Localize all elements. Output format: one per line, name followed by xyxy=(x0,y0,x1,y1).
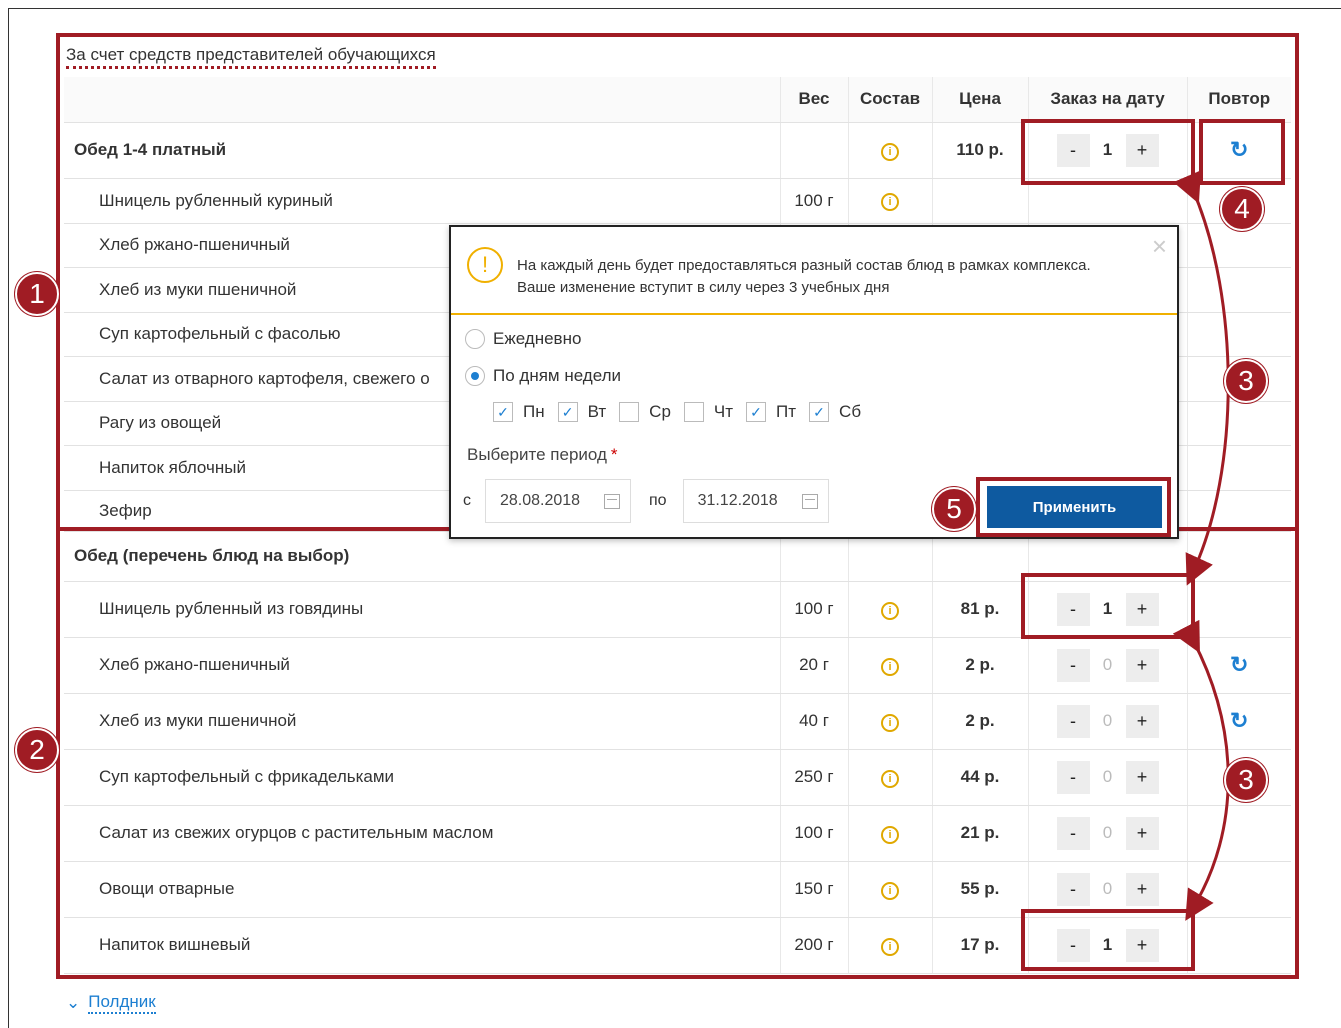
day-checkbox[interactable]: ✓ Пт xyxy=(746,402,796,422)
day-checkbox[interactable]: ✓ Вт xyxy=(557,402,606,422)
checkbox[interactable] xyxy=(683,402,704,422)
warning-text: На каждый день будет предоставляться раз… xyxy=(517,255,1091,299)
warning-divider xyxy=(451,313,1177,315)
arrow-3-top xyxy=(1173,170,1230,586)
radio-button[interactable] xyxy=(465,366,485,386)
radio-weekdays[interactable]: По дням недели xyxy=(465,366,621,386)
calendar-icon[interactable] xyxy=(604,493,620,509)
checkbox[interactable]: ✓ xyxy=(809,402,830,422)
annotation-badge: 3 xyxy=(1224,359,1268,403)
weekday-checkboxes: ✓ Пн ✓ Вт Ср Чт ✓ Пт ✓ Сб xyxy=(493,402,874,422)
afternoon-snack-link[interactable]: ⌄ Полдник xyxy=(66,992,156,1014)
radio-label: Ежедневно xyxy=(493,329,582,348)
date-to-input[interactable]: 31.12.2018 xyxy=(682,479,829,523)
warning-line: На каждый день будет предоставляться раз… xyxy=(517,257,1091,274)
radio-daily[interactable]: Ежедневно xyxy=(465,329,581,349)
date-from-input[interactable]: 28.08.2018 xyxy=(485,479,631,523)
warning-icon: ! xyxy=(467,247,503,283)
calendar-icon[interactable] xyxy=(801,493,818,509)
radio-button[interactable] xyxy=(465,329,485,349)
period-label: Выберите период * xyxy=(467,445,618,464)
radio-label: По дням недели xyxy=(493,366,622,385)
day-checkbox[interactable]: Ср xyxy=(619,402,671,422)
chevron-down-icon: ⌄ xyxy=(66,993,81,1012)
apply-button[interactable]: Применить xyxy=(987,486,1162,528)
annotation-badge: 3 xyxy=(1224,758,1268,802)
from-label: с xyxy=(463,492,471,509)
checkbox[interactable]: ✓ xyxy=(557,402,578,422)
date-range: с 28.08.2018 по 31.12.2018 xyxy=(463,479,829,523)
day-checkbox[interactable]: Чт xyxy=(683,402,733,422)
annotation-badge: 5 xyxy=(932,487,976,531)
checkbox[interactable]: ✓ xyxy=(493,402,513,422)
day-checkbox[interactable]: ✓ Сб xyxy=(809,402,861,422)
link-label: Полдник xyxy=(88,992,156,1014)
close-icon[interactable]: × xyxy=(1152,231,1167,262)
annotation-badge: 2 xyxy=(15,728,59,772)
checkbox[interactable] xyxy=(619,402,640,422)
annotation-badge: 4 xyxy=(1220,187,1264,231)
warning-line: Ваше изменение вступит в силу через 3 уч… xyxy=(517,279,890,296)
repeat-settings-popup: × ! На каждый день будет предоставляться… xyxy=(449,225,1179,539)
day-checkbox[interactable]: ✓ Пн xyxy=(493,402,545,422)
to-label: по xyxy=(649,492,667,509)
arrow-3-bottom xyxy=(1172,619,1230,921)
checkbox[interactable]: ✓ xyxy=(746,402,767,422)
annotation-badge: 1 xyxy=(15,272,59,316)
